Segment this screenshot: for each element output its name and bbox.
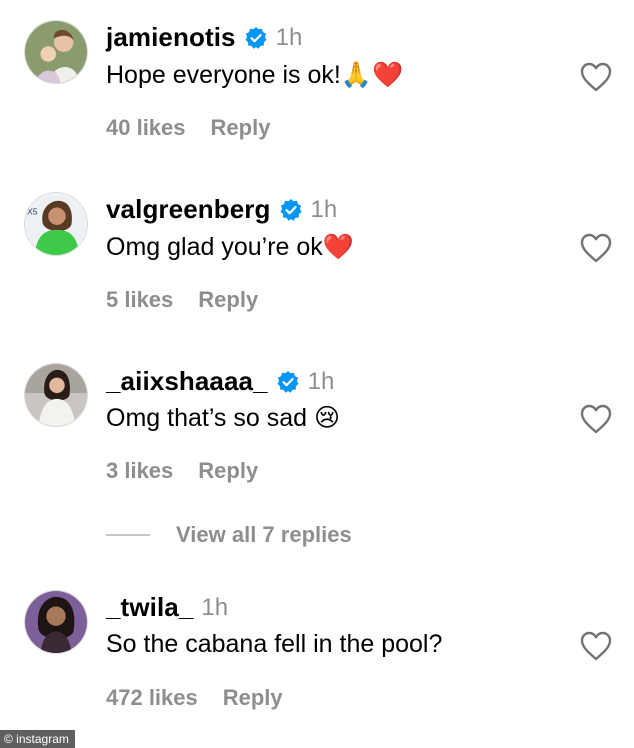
- username[interactable]: jamienotis: [106, 22, 236, 53]
- view-replies-label: View all 7 replies: [176, 522, 352, 547]
- like-heart-icon[interactable]: [580, 404, 612, 434]
- reply-button[interactable]: Reply: [198, 458, 258, 484]
- replies-divider: [106, 534, 150, 536]
- like-count[interactable]: 40 likes: [106, 115, 186, 141]
- svg-text:X5: X5: [27, 206, 38, 216]
- avatar-image: [25, 364, 87, 426]
- avatar[interactable]: [24, 363, 88, 427]
- comment-body: Omg that’s so sad: [106, 404, 314, 432]
- timestamp: 1h: [201, 593, 229, 621]
- username[interactable]: _aiixshaaaa_: [106, 366, 268, 397]
- like-count[interactable]: 3 likes: [106, 458, 173, 484]
- reply-button[interactable]: Reply: [211, 115, 271, 141]
- avatar[interactable]: X5: [24, 192, 88, 256]
- comment-text: Omg glad you’re ok❤️: [106, 232, 354, 262]
- comment-text: Omg that’s so sad 😢: [106, 403, 340, 433]
- verified-badge-icon: [279, 198, 303, 222]
- username[interactable]: valgreenberg: [106, 194, 271, 225]
- avatar[interactable]: [24, 590, 88, 654]
- comment-text: So the cabana fell in the pool?: [106, 630, 442, 659]
- like-heart-icon[interactable]: [580, 233, 612, 263]
- view-replies-button[interactable]: View all 7 replies: [106, 522, 352, 548]
- verified-badge-icon: [276, 370, 300, 394]
- comment-header: jamienotis 1h: [106, 22, 302, 53]
- comment-emoji: ❤️: [322, 232, 354, 261]
- reply-button[interactable]: Reply: [223, 685, 283, 711]
- comment-header: _aiixshaaaa_ 1h: [106, 366, 334, 397]
- comment-body: Omg glad you’re ok: [106, 233, 323, 261]
- like-heart-icon[interactable]: [580, 631, 612, 661]
- comment-header: _twila_ 1h: [106, 592, 228, 623]
- comment-header: valgreenberg 1h: [106, 194, 337, 225]
- comment-meta: 5 likes Reply: [106, 287, 258, 313]
- instagram-watermark: © instagram: [0, 730, 75, 748]
- avatar-image: [25, 21, 87, 83]
- comment-body: Hope everyone is ok!: [106, 61, 341, 89]
- verified-badge-icon: [244, 26, 268, 50]
- comment-emoji: 😢: [313, 403, 341, 432]
- timestamp: 1h: [310, 195, 338, 223]
- username[interactable]: _twila_: [106, 592, 193, 623]
- comment-emoji: 🙏❤️: [340, 60, 404, 89]
- comment-body: So the cabana fell in the pool?: [106, 630, 443, 658]
- comment-text: Hope everyone is ok!🙏❤️: [106, 60, 403, 90]
- like-count[interactable]: 5 likes: [106, 287, 173, 313]
- comment-meta: 3 likes Reply: [106, 458, 258, 484]
- avatar[interactable]: [24, 20, 88, 84]
- comment-meta: 40 likes Reply: [106, 115, 270, 141]
- timestamp: 1h: [275, 23, 303, 51]
- like-count[interactable]: 472 likes: [106, 685, 198, 711]
- timestamp: 1h: [307, 367, 335, 395]
- reply-button[interactable]: Reply: [198, 287, 258, 313]
- avatar-image: X5: [25, 193, 87, 255]
- like-heart-icon[interactable]: [580, 62, 612, 92]
- comment-meta: 472 likes Reply: [106, 685, 283, 711]
- avatar-image: [25, 591, 87, 653]
